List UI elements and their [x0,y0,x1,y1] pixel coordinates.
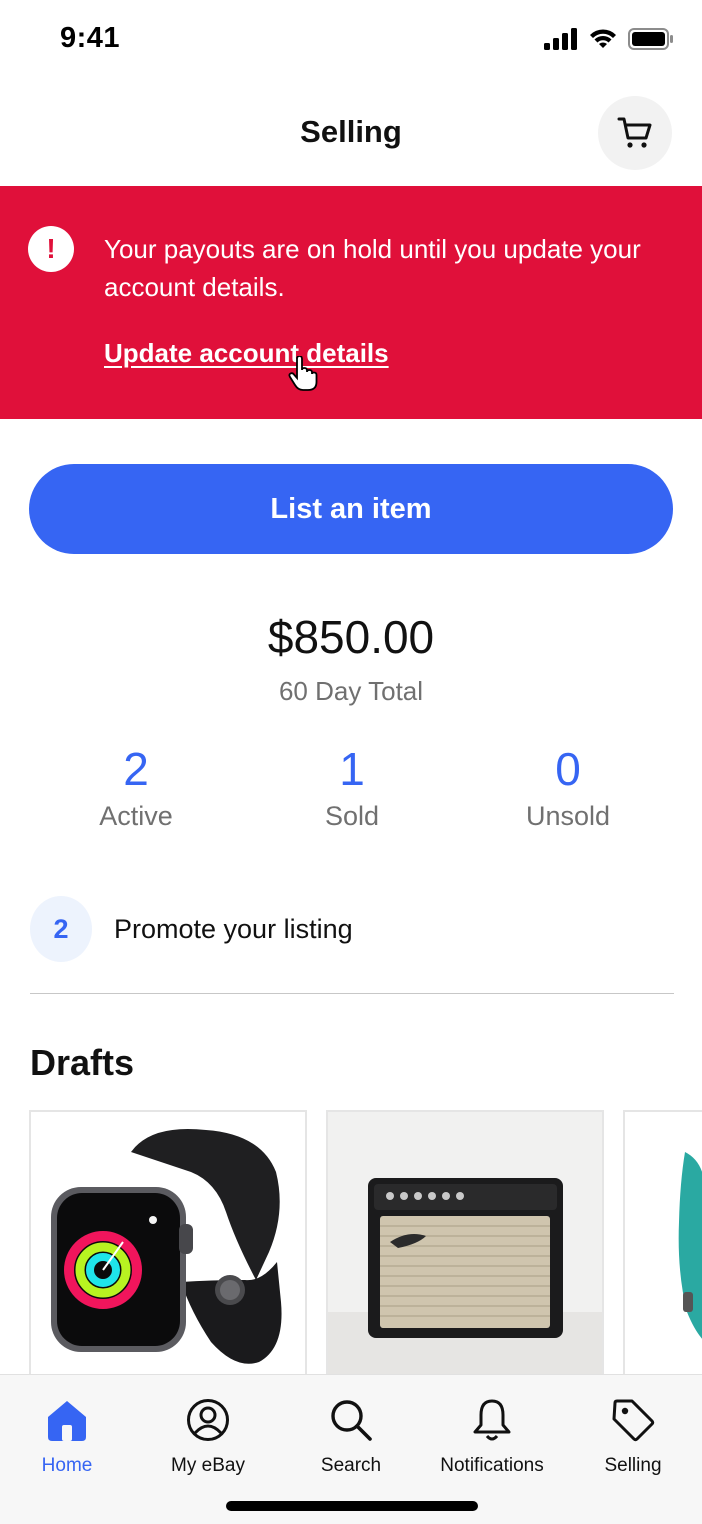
tab-selling[interactable]: Selling [568,1395,698,1477]
hand-cursor-icon [288,356,318,391]
drafts-heading: Drafts [30,1042,135,1083]
header: Selling [0,82,702,186]
tab-my-ebay-label: My eBay [171,1455,245,1476]
stat-sold[interactable]: 1 Sold [262,742,442,836]
home-indicator [226,1501,478,1511]
tab-home-label: Home [41,1455,93,1476]
status-bar: 9:41 [0,0,702,82]
promote-listing-label: Promote your listing [114,914,353,944]
tab-my-ebay[interactable]: My eBay [143,1395,273,1477]
stat-active[interactable]: 2 Active [46,742,226,836]
page-title: Selling [300,114,402,149]
stat-unsold[interactable]: 0 Unsold [478,742,658,836]
draft-card-amplifier[interactable] [326,1110,604,1375]
stat-unsold-count: 0 [555,743,581,795]
promote-listing-row[interactable]: 2 Promote your listing [30,896,674,966]
exclamation-icon: ! [28,226,74,272]
tab-search-label: Search [320,1455,382,1476]
stat-unsold-label: Unsold [525,801,611,831]
status-icons [544,28,674,50]
stat-sold-label: Sold [324,801,380,831]
list-an-item-button[interactable]: List an item [29,464,673,554]
guitar-amplifier-image [328,1178,602,1375]
tab-notifications[interactable]: Notifications [427,1395,557,1477]
cart-button[interactable] [598,96,672,170]
draft-card-teal-item[interactable] [623,1110,702,1375]
draft-card-smartwatch[interactable] [29,1110,307,1375]
user-circle-icon [187,1399,229,1441]
status-time: 9:41 [60,22,121,54]
stat-sold-count: 1 [339,743,365,795]
alert-message: Your payouts are on hold until you updat… [104,234,641,302]
home-icon [48,1401,86,1441]
bell-icon [473,1399,511,1441]
divider [30,993,674,994]
bottom-tab-bar: Home My eBay Search Notifications Sellin… [0,1374,702,1524]
cellular-signal-icon [544,28,577,50]
tab-selling-label: Selling [604,1455,662,1476]
stat-active-label: Active [99,801,173,831]
tag-icon [612,1399,655,1442]
wifi-icon [590,29,616,48]
drafts-carousel[interactable] [0,1110,702,1375]
promote-count-badge: 2 [30,896,92,962]
tab-search[interactable]: Search [286,1395,416,1477]
payout-hold-alert: ! Your payouts are on hold until you upd… [0,186,702,419]
search-icon [331,1400,372,1441]
sixty-day-total-label: 60 Day Total [278,676,424,706]
sixty-day-total-amount: $850.00 [267,611,435,663]
tab-notifications-label: Notifications [440,1455,544,1476]
smartwatch-image [51,1128,282,1364]
tab-home[interactable]: Home [2,1395,132,1477]
update-account-details-link[interactable]: Update account details [104,338,389,369]
teal-item-image [678,1152,702,1339]
battery-icon [628,28,673,50]
listing-stats: 2 Active 1 Sold 0 Unsold [0,742,702,842]
stat-active-count: 2 [123,743,149,795]
cart-icon [617,117,652,148]
